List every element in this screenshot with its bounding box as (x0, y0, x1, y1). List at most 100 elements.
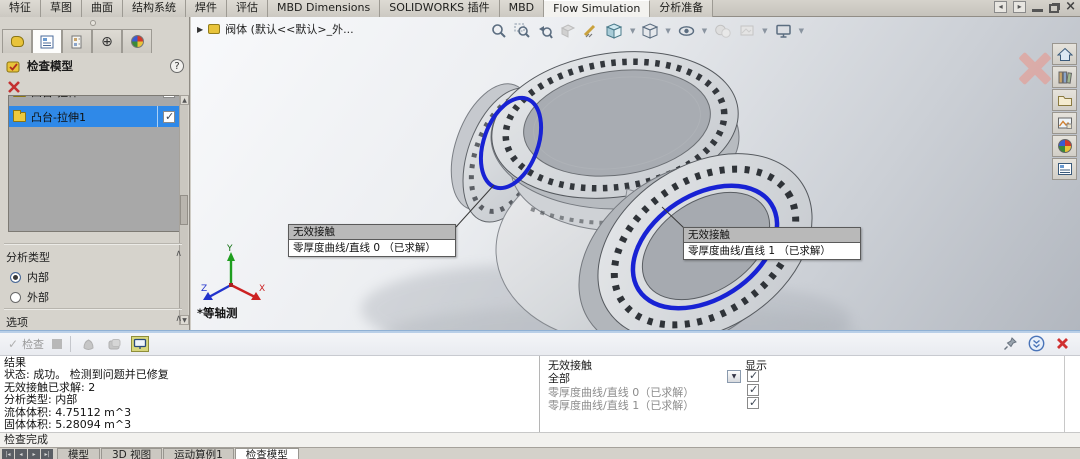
pin-icon[interactable] (1003, 336, 1018, 351)
ribbon-tab-sketch[interactable]: 草图 (41, 0, 82, 17)
contact-checkbox[interactable] (747, 397, 759, 409)
property-manager-header: 检查模型 ? (0, 55, 190, 77)
view-orientation-icon[interactable] (606, 23, 623, 39)
callout-body: 零厚度曲线/直线 1 （已求解） (684, 243, 860, 259)
file-explorer-tab[interactable] (1052, 89, 1077, 111)
check-button[interactable]: ✓ 检查 (8, 336, 44, 352)
dropdown-caret-icon[interactable]: ▼ (799, 27, 804, 35)
radio-internal[interactable]: 内部 (10, 269, 49, 285)
configurationmanager-tab[interactable] (62, 29, 92, 53)
ribbon-tab-flow-simulation[interactable]: Flow Simulation (544, 0, 650, 17)
filter-dropdown-icon[interactable]: ▼ (727, 370, 741, 383)
collapse-chevron-icon[interactable]: ∧ (175, 249, 182, 265)
collapse-panel-icon[interactable] (1028, 335, 1045, 352)
ribbon-tab-addins[interactable]: SOLIDWORKS 插件 (380, 0, 499, 17)
collapse-chevron-icon[interactable]: ∧ (175, 314, 182, 330)
scroll-thumb[interactable] (180, 195, 188, 225)
home-tab[interactable] (1052, 43, 1077, 65)
ribbon-tab-mbd[interactable]: MBD (500, 0, 545, 17)
show-all-checkbox[interactable] (747, 370, 759, 382)
panel-splitter[interactable] (0, 17, 189, 29)
callout-invalid-contact-1[interactable]: 无效接触 零厚度曲线/直线 1 （已求解） (683, 227, 861, 260)
dropdown-caret-icon[interactable]: ▼ (630, 27, 635, 35)
show-fluid-volume-button[interactable] (79, 336, 97, 352)
expand-tree-icon[interactable]: ▶ (197, 25, 203, 34)
pane-next-icon[interactable]: ▸ (1013, 1, 1026, 13)
list-item[interactable]: 凸台-拉伸1 (9, 96, 179, 106)
tab-check-model[interactable]: 检查模型 (235, 448, 299, 459)
tab-motion-study[interactable]: 运动算例1 (163, 448, 234, 459)
close-panel-icon[interactable] (1055, 336, 1070, 351)
graphics-viewport[interactable]: ▶ 阀体 (默认<<默认>_外... ▼ ▼ ▼ ▼ ▼ (191, 17, 1080, 330)
zoom-fit-icon[interactable] (491, 23, 507, 39)
dimxpert-tab[interactable]: ⊕ (92, 29, 122, 53)
view-palette-tab[interactable] (1052, 112, 1077, 134)
radio-external[interactable]: 外部 (10, 289, 49, 305)
displaymanager-tab[interactable] (122, 29, 152, 53)
check-model-results-panel: ✓ 检查 结果 状态: 成功。 检测到问题并已修复 (0, 333, 1080, 432)
ribbon-tab-weldments[interactable]: 焊件 (186, 0, 227, 17)
propertymanager-tab[interactable] (32, 29, 62, 53)
design-library-tab[interactable] (1052, 66, 1077, 88)
custom-properties-tab[interactable] (1052, 158, 1077, 180)
tab-scroll-prev-icon[interactable]: ◂ (15, 449, 27, 459)
show-invalid-contacts-button[interactable] (131, 336, 149, 352)
configurationmanager-icon (70, 35, 84, 49)
tab-scroll-first-icon[interactable]: |◂ (2, 449, 14, 459)
ribbon-tab-evaluate[interactable]: 评估 (227, 0, 268, 17)
scene-icon[interactable] (739, 23, 755, 39)
tab-3d-views[interactable]: 3D 视图 (101, 448, 162, 459)
3d-model[interactable] (191, 17, 1080, 330)
ribbon-tab-mbd-dimensions[interactable]: MBD Dimensions (268, 0, 380, 17)
ribbon-tab-analysis-prep[interactable]: 分析准备 (650, 0, 713, 17)
analysis-type-section-header[interactable]: 分析类型 ∧ (6, 249, 182, 265)
ribbon-tab-features[interactable]: 特征 (0, 0, 41, 17)
stop-button[interactable] (52, 339, 62, 349)
callout-invalid-contact-0[interactable]: 无效接触 零厚度曲线/直线 0 （已求解） (288, 224, 456, 257)
appearance-icon[interactable] (714, 23, 732, 39)
document-breadcrumb[interactable]: ▶ 阀体 (默认<<默认>_外... (197, 21, 354, 37)
window-controls: ◂ ▸ × (994, 1, 1076, 13)
feature-folder-icon (13, 96, 26, 97)
feature-checkbox[interactable] (163, 111, 175, 123)
featuremanager-tab[interactable] (2, 29, 32, 53)
document-tab-bar: |◂ ◂ ▸ ▸| 模型 3D 视图 运动算例1 检查模型 (0, 447, 1080, 459)
fluid-volume-icon (81, 338, 96, 351)
tab-scroll-buttons[interactable]: |◂ ◂ ▸ ▸| (2, 449, 53, 459)
dropdown-caret-icon[interactable]: ▼ (665, 27, 670, 35)
dropdown-caret-icon[interactable]: ▼ (702, 27, 707, 35)
previous-view-icon[interactable] (537, 23, 553, 39)
help-icon[interactable]: ? (170, 59, 184, 73)
pane-previous-icon[interactable]: ◂ (994, 1, 1007, 13)
display-style-icon[interactable] (642, 23, 658, 39)
results-content: 结果 状态: 成功。 检测到问题并已修复 无效接触已求解: 2 分析类型: 内部… (0, 356, 1080, 432)
zoom-area-icon[interactable] (514, 23, 530, 39)
tab-model[interactable]: 模型 (57, 448, 100, 459)
scroll-up-icon[interactable]: ▲ (180, 95, 189, 105)
list-item-selected[interactable]: 凸台-拉伸1 (9, 106, 179, 127)
dropdown-caret-icon[interactable]: ▼ (762, 27, 767, 35)
tab-scroll-next-icon[interactable]: ▸ (28, 449, 40, 459)
hide-show-items-icon[interactable] (678, 23, 695, 39)
pm-scrollbar[interactable]: ▲ ▼ (179, 95, 188, 325)
tab-scroll-last-icon[interactable]: ▸| (41, 449, 53, 459)
measure-icon[interactable] (583, 23, 599, 39)
ribbon-tab-structure[interactable]: 结构系统 (123, 0, 186, 17)
view-settings-icon[interactable] (775, 23, 792, 39)
ribbon-tab-surfaces[interactable]: 曲面 (82, 0, 123, 17)
show-solid-volume-button[interactable] (105, 336, 123, 352)
feature-checkbox[interactable] (163, 96, 175, 98)
close-button[interactable]: × (1065, 1, 1076, 13)
minimize-button[interactable] (1032, 9, 1043, 12)
invalid-contacts-column: 无效接触 显示 全部 ▼ 零厚度曲线/直线 0（已求解） 零厚度曲线/直线 1（… (541, 356, 1065, 432)
appearances-tab[interactable] (1052, 135, 1077, 157)
section-view-icon[interactable] (560, 23, 576, 39)
invalid-contacts-icon (133, 338, 147, 350)
restore-button[interactable] (1049, 4, 1059, 13)
options-section-header[interactable]: 选项 ∧ (6, 314, 182, 330)
radio-selected-icon (10, 272, 21, 283)
contact-item[interactable]: 零厚度曲线/直线 1（已求解） (548, 397, 694, 413)
cancel-icon[interactable] (6, 79, 22, 95)
status-bar: 检查完成 (0, 432, 1080, 447)
contact-checkbox[interactable] (747, 384, 759, 396)
